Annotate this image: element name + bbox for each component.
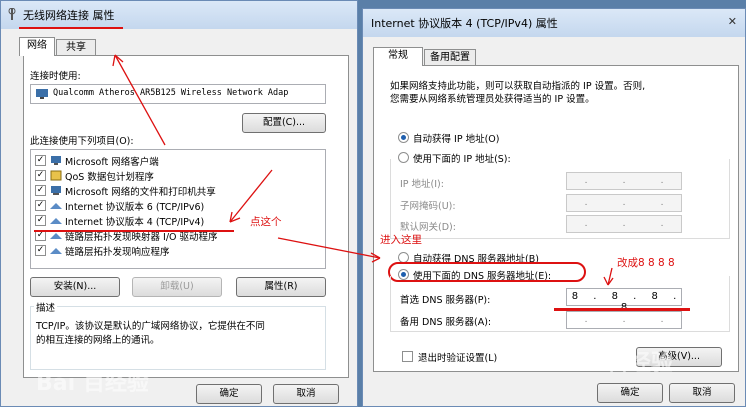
validate-on-exit-label[interactable]: 退出时验证设置(L) bbox=[418, 350, 497, 364]
annotation-enter-here: 进入这里 bbox=[380, 234, 422, 246]
left-title-bar: 无线网络连接 属性 bbox=[1, 1, 357, 29]
item-checkbox[interactable]: ✓ bbox=[35, 185, 46, 196]
right-ipv4-window: Internet 协议版本 4 (TCP/IPv4) 属性 ✕ 常规 备用配置 … bbox=[362, 8, 746, 407]
tab-network[interactable]: 网络 bbox=[19, 37, 55, 56]
auto-ip-radio-button[interactable] bbox=[398, 132, 409, 143]
right-tab-panel: 如果网络支持此功能，则可以获取自动指派的 IP 设置。否则, 您需要从网络系统管… bbox=[373, 65, 739, 372]
description-label: 描述 bbox=[34, 300, 58, 314]
close-icon[interactable]: ✕ bbox=[728, 15, 737, 28]
item-label: QoS 数据包计划程序 bbox=[65, 172, 154, 183]
list-item[interactable]: ✓ Microsoft 网络的文件和打印机共享 bbox=[31, 184, 325, 198]
file-printer-share-icon bbox=[50, 185, 62, 199]
configure-button[interactable]: 配置(C)... bbox=[242, 113, 326, 133]
title-underline-annotation bbox=[19, 27, 123, 29]
item-label: 链路层拓扑发现响应程序 bbox=[65, 247, 170, 258]
default-gateway-label: 默认网关(D): bbox=[400, 222, 456, 233]
watermark-right: Bai 百经验 bbox=[560, 351, 673, 376]
protocol-icon bbox=[50, 202, 62, 214]
left-properties-window: 无线网络连接 属性 网络 共享 连接时使用: Qualcomm Atheros … bbox=[0, 0, 358, 407]
right-ok-button[interactable]: 确定 bbox=[597, 383, 663, 403]
install-button[interactable]: 安装(N)... bbox=[30, 277, 120, 297]
list-item[interactable]: ✓ QoS 数据包计划程序 bbox=[31, 169, 325, 183]
protocol-icon bbox=[50, 232, 62, 244]
tab-alternate-config[interactable]: 备用配置 bbox=[424, 49, 476, 66]
description-text-line1: TCP/IP。该协议是默认的广域网络协议，它提供在不同 bbox=[36, 321, 265, 332]
subnet-mask-label: 子网掩码(U): bbox=[400, 201, 456, 212]
alternate-dns-label: 备用 DNS 服务器(A): bbox=[400, 317, 492, 328]
properties-button[interactable]: 属性(R) bbox=[236, 277, 326, 297]
item-label: Microsoft 网络客户端 bbox=[65, 157, 159, 168]
network-client-icon bbox=[50, 155, 62, 169]
tab-sharing[interactable]: 共享 bbox=[56, 39, 96, 56]
left-window-title: 无线网络连接 属性 bbox=[23, 9, 115, 22]
alternate-dns-input[interactable]: ... bbox=[566, 311, 682, 329]
protocol-icon bbox=[50, 217, 62, 229]
components-list: ✓ Microsoft 网络客户端 ✓ QoS 数据包计划程序 ✓ Micros… bbox=[30, 149, 326, 269]
intro-line1: 如果网络支持此功能，则可以获取自动指派的 IP 设置。否则, bbox=[390, 81, 646, 92]
watermark-left: Bai 百经验 bbox=[36, 371, 149, 396]
right-title-bar: Internet 协议版本 4 (TCP/IPv4) 属性 ✕ bbox=[363, 9, 745, 37]
preferred-dns-input[interactable]: 8 . 8 . 8 . 8 bbox=[566, 288, 682, 313]
item-checkbox[interactable]: ✓ bbox=[35, 155, 46, 166]
item-label: Internet 协议版本 4 (TCP/IPv4) bbox=[65, 217, 205, 228]
ip-address-label: IP 地址(I): bbox=[400, 179, 444, 190]
preferred-dns-label: 首选 DNS 服务器(P): bbox=[400, 295, 491, 306]
protocol-icon bbox=[50, 247, 62, 259]
item-checkbox[interactable]: ✓ bbox=[35, 245, 46, 256]
list-item[interactable]: ✓ 链路层拓扑发现响应程序 bbox=[31, 244, 325, 258]
ipv4-underline-annotation bbox=[34, 230, 234, 232]
adapter-icon bbox=[35, 88, 49, 103]
qos-icon bbox=[50, 170, 62, 184]
item-checkbox[interactable]: ✓ bbox=[35, 170, 46, 181]
auto-ip-radio-label[interactable]: 自动获得 IP 地址(O) bbox=[413, 131, 499, 145]
adapter-name-text: Qualcomm Atheros AR5B125 Wireless Networ… bbox=[53, 88, 289, 98]
item-checkbox[interactable]: ✓ bbox=[35, 215, 46, 226]
right-cancel-button[interactable]: 取消 bbox=[669, 383, 735, 403]
list-item[interactable]: ✓ Internet 协议版本 6 (TCP/IPv6) bbox=[31, 199, 325, 213]
annotation-change-to: 改成8 8 8 8 bbox=[617, 257, 675, 269]
ip-address-input[interactable]: ... bbox=[566, 172, 682, 190]
item-checkbox[interactable]: ✓ bbox=[35, 200, 46, 211]
right-window-title: Internet 协议版本 4 (TCP/IPv4) 属性 bbox=[371, 17, 558, 30]
adapter-name-field: Qualcomm Atheros AR5B125 Wireless Networ… bbox=[30, 84, 326, 104]
validate-on-exit-checkbox[interactable] bbox=[402, 351, 413, 362]
uninstall-button[interactable]: 卸载(U) bbox=[132, 277, 222, 297]
left-cancel-button[interactable]: 取消 bbox=[273, 384, 339, 404]
wifi-icon bbox=[7, 7, 17, 20]
connect-using-label: 连接时使用: bbox=[30, 71, 81, 82]
tab-general[interactable]: 常规 bbox=[373, 47, 423, 66]
item-label: Microsoft 网络的文件和打印机共享 bbox=[65, 187, 216, 198]
annotation-click-here: 点这个 bbox=[250, 216, 282, 228]
item-label: Internet 协议版本 6 (TCP/IPv6) bbox=[65, 202, 205, 213]
description-text-line2: 的相互连接的网络上的通讯。 bbox=[36, 335, 160, 346]
left-ok-button[interactable]: 确定 bbox=[196, 384, 262, 404]
list-item[interactable]: ✓ Microsoft 网络客户端 bbox=[31, 154, 325, 168]
default-gateway-input[interactable]: ... bbox=[566, 215, 682, 233]
subnet-mask-input[interactable]: ... bbox=[566, 194, 682, 212]
left-tab-panel: 连接时使用: Qualcomm Atheros AR5B125 Wireless… bbox=[23, 55, 349, 378]
intro-line2: 您需要从网络系统管理员处获得适当的 IP 设置。 bbox=[390, 94, 595, 105]
items-list-label: 此连接使用下列项目(O): bbox=[30, 136, 134, 147]
